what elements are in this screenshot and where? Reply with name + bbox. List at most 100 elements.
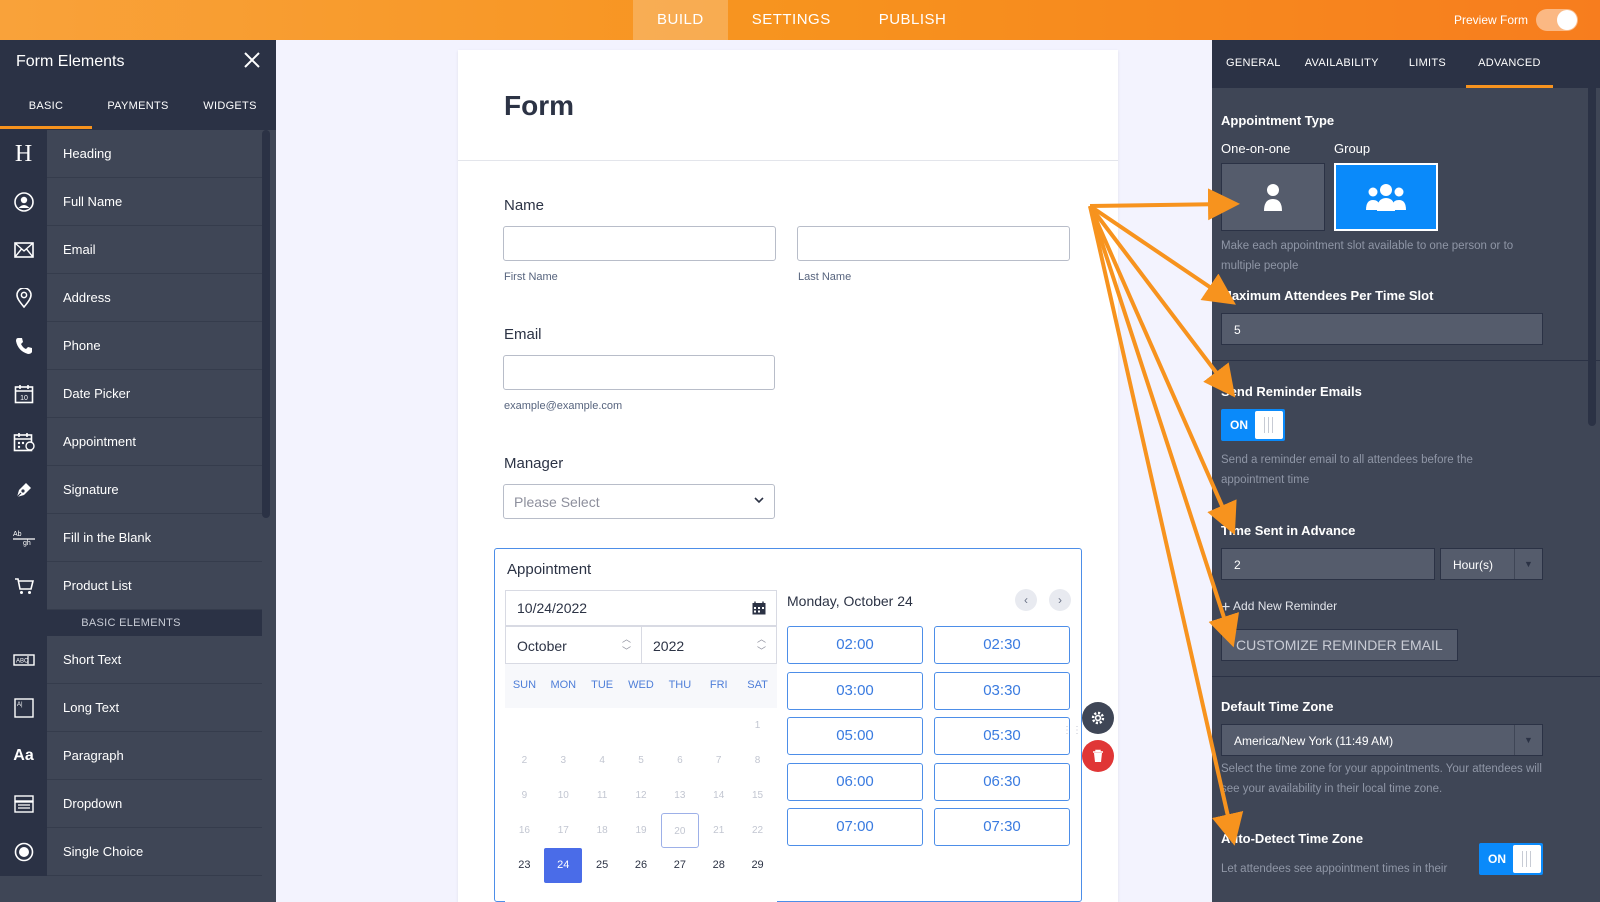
calendar-day[interactable]: 25 — [583, 848, 621, 883]
tab-limits[interactable]: LIMITS — [1397, 40, 1458, 88]
preview-form-toggle[interactable] — [1536, 9, 1578, 31]
email-input[interactable] — [503, 355, 775, 390]
tab-widgets[interactable]: WIDGETS — [184, 84, 276, 129]
element-paragraph[interactable]: Aa Paragraph — [0, 732, 262, 780]
phone-icon — [0, 322, 47, 370]
field-settings-button[interactable] — [1082, 702, 1114, 734]
calendar-day[interactable]: 20 — [660, 813, 699, 848]
time-slot-button[interactable]: 05:30 — [934, 717, 1070, 755]
time-unit-select[interactable]: Hour(s) ▼ — [1440, 548, 1543, 580]
time-slot-button[interactable]: 02:00 — [787, 626, 923, 664]
field-delete-button[interactable] — [1082, 740, 1114, 772]
calendar-day[interactable]: 22 — [739, 813, 777, 848]
tab-publish[interactable]: PUBLISH — [855, 0, 971, 40]
element-single-choice[interactable]: Single Choice — [0, 828, 262, 876]
time-slot-button[interactable]: 06:00 — [787, 762, 923, 801]
calendar-day[interactable]: 18 — [583, 813, 621, 848]
manager-select[interactable]: Please Select — [503, 484, 775, 519]
form-title[interactable]: Form — [504, 90, 574, 122]
add-reminder-button[interactable]: + Add New Reminder — [1221, 599, 1337, 617]
max-attendees-input[interactable]: 5 — [1221, 313, 1543, 345]
tab-availability[interactable]: AVAILABILITY — [1293, 40, 1391, 88]
time-slot-button[interactable]: 07:30 — [934, 808, 1070, 846]
calendar-day[interactable]: 8 — [739, 743, 777, 778]
one-on-one-option[interactable] — [1221, 163, 1325, 231]
calendar-day[interactable]: 29 — [739, 848, 777, 883]
time-slot-button[interactable]: 05:00 — [787, 717, 923, 755]
group-option[interactable] — [1334, 163, 1438, 231]
calendar-icon[interactable] — [752, 601, 766, 615]
time-slot-button[interactable]: 07:00 — [787, 808, 923, 846]
tab-build[interactable]: BUILD — [633, 0, 728, 40]
last-name-input[interactable] — [797, 226, 1070, 261]
year-spinner[interactable]: ︿ ﹀ — [757, 633, 766, 657]
element-signature[interactable]: Signature — [0, 466, 262, 514]
element-long-text[interactable]: A| Long Text — [0, 684, 262, 732]
time-slot-button[interactable]: 02:30 — [934, 626, 1070, 664]
reminder-toggle[interactable]: ON — [1221, 409, 1285, 441]
calendar-day[interactable]: 19 — [622, 813, 660, 848]
calendar-day[interactable]: 2 — [505, 743, 543, 778]
calendar-day[interactable]: 11 — [583, 778, 621, 813]
calendar-day[interactable]: 14 — [700, 778, 738, 813]
calendar-day[interactable]: 13 — [661, 778, 699, 813]
element-phone[interactable]: Phone — [0, 322, 262, 370]
tab-advanced[interactable]: ADVANCED — [1466, 40, 1553, 88]
calendar-day[interactable]: 23 — [505, 848, 543, 883]
month-spinner[interactable]: ︿ ﹀ — [622, 633, 631, 657]
prev-day-button[interactable]: ‹ — [1015, 589, 1037, 611]
drag-handle-icon[interactable]: ⋮⋮ — [1062, 726, 1082, 736]
element-appointment[interactable]: Appointment — [0, 418, 262, 466]
time-slot-button[interactable]: 03:30 — [934, 671, 1070, 710]
tab-basic[interactable]: BASIC — [0, 84, 92, 129]
element-fill-blank[interactable]: Ab gh Fill in the Blank — [0, 514, 262, 562]
manager-placeholder: Please Select — [514, 494, 600, 510]
timezone-select[interactable]: America/New York (11:49 AM) ▼ — [1221, 724, 1543, 756]
time-sent-input[interactable]: 2 — [1221, 548, 1435, 580]
element-full-name[interactable]: Full Name — [0, 178, 262, 226]
time-slot-button[interactable]: 06:30 — [934, 762, 1070, 801]
first-name-sublabel: First Name — [504, 271, 558, 283]
tab-settings[interactable]: SETTINGS — [728, 0, 855, 40]
scrollbar[interactable] — [1588, 40, 1596, 426]
customize-reminder-button[interactable]: CUSTOMIZE REMINDER EMAIL — [1221, 629, 1458, 661]
calendar-day[interactable]: 28 — [700, 848, 738, 883]
element-address[interactable]: Address — [0, 274, 262, 322]
timezone-value: America/New York (11:49 AM) — [1234, 734, 1394, 748]
calendar-day[interactable]: 26 — [622, 848, 660, 883]
calendar-day[interactable]: 4 — [583, 743, 621, 778]
calendar-day[interactable]: 15 — [739, 778, 777, 813]
calendar-day[interactable]: 9 — [505, 778, 543, 813]
calendar-day[interactable]: 21 — [700, 813, 738, 848]
calendar-day[interactable]: 5 — [622, 743, 660, 778]
calendar-day[interactable]: 6 — [661, 743, 699, 778]
first-name-input[interactable] — [503, 226, 776, 261]
element-heading[interactable]: H Heading — [0, 130, 262, 178]
calendar-day[interactable]: 17 — [544, 813, 582, 848]
calendar-day-selected[interactable]: 24 — [544, 848, 583, 883]
calendar-day[interactable]: 16 — [505, 813, 543, 848]
calendar-day[interactable]: 12 — [622, 778, 660, 813]
element-email[interactable]: Email — [0, 226, 262, 274]
tab-general[interactable]: GENERAL — [1214, 40, 1293, 88]
month-selector[interactable]: October ︿ ﹀ — [505, 626, 642, 664]
next-day-button[interactable]: › — [1049, 589, 1071, 611]
element-short-text[interactable]: ABC Short Text — [0, 636, 262, 684]
close-icon[interactable] — [242, 50, 262, 70]
calendar-day[interactable]: 10 — [544, 778, 582, 813]
time-slot-button[interactable]: 03:00 — [787, 671, 923, 710]
max-attendees-value: 5 — [1234, 323, 1241, 337]
calendar-day[interactable]: 7 — [700, 743, 738, 778]
scrollbar[interactable] — [262, 130, 270, 518]
tab-payments[interactable]: PAYMENTS — [92, 84, 184, 129]
calendar-day[interactable]: 27 — [661, 848, 699, 883]
date-input[interactable]: 10/24/2022 — [505, 590, 777, 626]
element-dropdown[interactable]: Dropdown — [0, 780, 262, 828]
auto-detect-toggle[interactable]: ON — [1479, 843, 1543, 875]
element-product-list[interactable]: Product List — [0, 562, 262, 610]
appointment-field[interactable]: Appointment 10/24/2022 October ︿ ﹀ 2022 ︿… — [494, 548, 1082, 902]
year-selector[interactable]: 2022 ︿ ﹀ — [641, 626, 777, 664]
calendar-day[interactable]: 3 — [544, 743, 582, 778]
element-date-picker[interactable]: 10 Date Picker — [0, 370, 262, 418]
calendar-day[interactable]: 1 — [739, 708, 777, 743]
